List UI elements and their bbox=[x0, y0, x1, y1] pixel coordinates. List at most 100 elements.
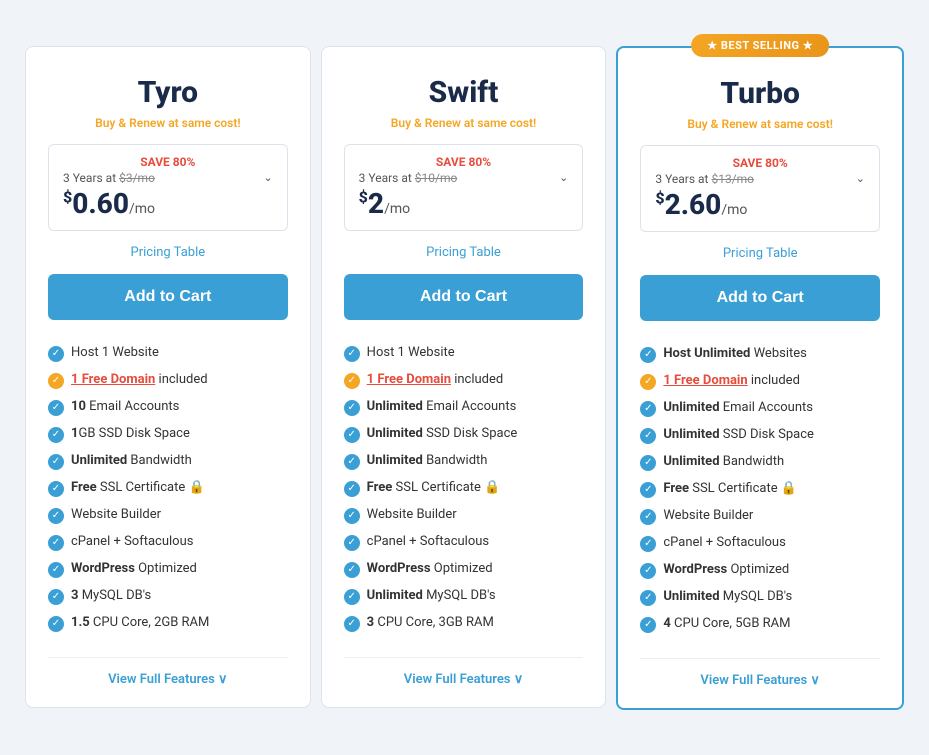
feature-check-icon-swift-8: ✓ bbox=[344, 562, 360, 578]
feature-text-turbo-5: Free SSL Certificate 🔒 bbox=[663, 481, 797, 496]
feature-item-tyro-4: ✓ Unlimited Bandwidth bbox=[48, 448, 288, 475]
feature-item-turbo-1: ✓ 1 Free Domain included bbox=[640, 368, 880, 395]
feature-item-tyro-2: ✓ 10 Email Accounts bbox=[48, 394, 288, 421]
plan-name-tyro: Tyro bbox=[48, 75, 288, 110]
feature-text-tyro-7: cPanel + Softaculous bbox=[71, 534, 193, 549]
feature-check-icon-swift-9: ✓ bbox=[344, 589, 360, 605]
pricing-table-link-tyro[interactable]: Pricing Table bbox=[131, 245, 206, 260]
feature-text-swift-3: Unlimited SSD Disk Space bbox=[367, 426, 518, 441]
add-to-cart-button-tyro[interactable]: Add to Cart bbox=[48, 274, 288, 320]
feature-check-icon-tyro-10: ✓ bbox=[48, 616, 64, 632]
feature-item-swift-4: ✓ Unlimited Bandwidth bbox=[344, 448, 584, 475]
current-price-turbo: $2.60/mo bbox=[655, 188, 865, 221]
feature-text-swift-6: Website Builder bbox=[367, 507, 457, 522]
feature-item-tyro-1: ✓ 1 Free Domain included bbox=[48, 367, 288, 394]
free-domain-link-tyro[interactable]: 1 Free Domain bbox=[71, 372, 155, 387]
years-line-tyro: 3 Years at $3/mo ⌄ bbox=[63, 171, 273, 185]
plan-tagline-turbo: Buy & Renew at same cost! bbox=[640, 117, 880, 131]
feature-text-turbo-4: Unlimited Bandwidth bbox=[663, 454, 784, 469]
pricing-link-tyro[interactable]: Pricing Table bbox=[48, 241, 288, 260]
feature-text-turbo-3: Unlimited SSD Disk Space bbox=[663, 427, 814, 442]
feature-check-icon-tyro-4: ✓ bbox=[48, 454, 64, 470]
view-full-features-link-tyro[interactable]: View Full Features ∨ bbox=[108, 672, 228, 687]
add-to-cart-button-swift[interactable]: Add to Cart bbox=[344, 274, 584, 320]
feature-text-tyro-9: 3 MySQL DB's bbox=[71, 588, 151, 603]
features-list-swift: ✓ Host 1 Website ✓ 1 Free Domain include… bbox=[344, 340, 584, 637]
feature-text-swift-7: cPanel + Softaculous bbox=[367, 534, 489, 549]
feature-item-turbo-7: ✓ cPanel + Softaculous bbox=[640, 530, 880, 557]
feature-check-icon-tyro-1: ✓ bbox=[48, 373, 64, 389]
feature-check-icon-tyro-5: ✓ bbox=[48, 481, 64, 497]
feature-text-tyro-2: 10 Email Accounts bbox=[71, 399, 179, 414]
view-full-features-link-swift[interactable]: View Full Features ∨ bbox=[404, 672, 524, 687]
current-price-tyro: $0.60/mo bbox=[63, 187, 273, 220]
plan-name-swift: Swift bbox=[344, 75, 584, 110]
add-to-cart-button-turbo[interactable]: Add to Cart bbox=[640, 275, 880, 321]
feature-text-tyro-1: 1 Free Domain included bbox=[71, 372, 208, 387]
feature-check-icon-turbo-1: ✓ bbox=[640, 374, 656, 390]
feature-item-tyro-3: ✓ 1GB SSD Disk Space bbox=[48, 421, 288, 448]
pricing-table-link-swift[interactable]: Pricing Table bbox=[426, 245, 501, 260]
free-domain-link-turbo[interactable]: 1 Free Domain bbox=[663, 373, 747, 388]
feature-check-icon-turbo-2: ✓ bbox=[640, 401, 656, 417]
chevron-down-icon-tyro[interactable]: ⌄ bbox=[263, 171, 272, 184]
plan-card-turbo: ★ BEST SELLING ★TurboBuy & Renew at same… bbox=[616, 46, 904, 710]
feature-check-icon-tyro-0: ✓ bbox=[48, 346, 64, 362]
feature-check-icon-tyro-2: ✓ bbox=[48, 400, 64, 416]
feature-item-tyro-9: ✓ 3 MySQL DB's bbox=[48, 583, 288, 610]
free-domain-link-swift[interactable]: 1 Free Domain bbox=[367, 372, 451, 387]
pricing-table-link-turbo[interactable]: Pricing Table bbox=[723, 246, 798, 261]
feature-item-swift-2: ✓ Unlimited Email Accounts bbox=[344, 394, 584, 421]
feature-text-turbo-9: Unlimited MySQL DB's bbox=[663, 589, 792, 604]
feature-text-tyro-4: Unlimited Bandwidth bbox=[71, 453, 192, 468]
view-full-features-tyro[interactable]: View Full Features ∨ bbox=[48, 657, 288, 687]
feature-check-icon-tyro-3: ✓ bbox=[48, 427, 64, 443]
feature-text-turbo-2: Unlimited Email Accounts bbox=[663, 400, 813, 415]
chevron-down-icon-swift[interactable]: ⌄ bbox=[559, 171, 568, 184]
pricing-link-swift[interactable]: Pricing Table bbox=[344, 241, 584, 260]
view-full-features-turbo[interactable]: View Full Features ∨ bbox=[640, 658, 880, 688]
feature-item-swift-9: ✓ Unlimited MySQL DB's bbox=[344, 583, 584, 610]
view-full-features-link-turbo[interactable]: View Full Features ∨ bbox=[700, 673, 820, 688]
feature-item-turbo-3: ✓ Unlimited SSD Disk Space bbox=[640, 422, 880, 449]
years-line-turbo: 3 Years at $13/mo ⌄ bbox=[655, 172, 865, 186]
feature-item-turbo-8: ✓ WordPress Optimized bbox=[640, 557, 880, 584]
feature-text-turbo-8: WordPress Optimized bbox=[663, 562, 789, 577]
feature-item-tyro-8: ✓ WordPress Optimized bbox=[48, 556, 288, 583]
feature-check-icon-turbo-7: ✓ bbox=[640, 536, 656, 552]
feature-check-icon-swift-2: ✓ bbox=[344, 400, 360, 416]
feature-check-icon-turbo-6: ✓ bbox=[640, 509, 656, 525]
feature-item-swift-6: ✓ Website Builder bbox=[344, 502, 584, 529]
feature-text-tyro-0: Host 1 Website bbox=[71, 345, 159, 360]
feature-check-icon-turbo-9: ✓ bbox=[640, 590, 656, 606]
feature-check-icon-tyro-6: ✓ bbox=[48, 508, 64, 524]
view-full-features-swift[interactable]: View Full Features ∨ bbox=[344, 657, 584, 687]
plan-card-tyro: TyroBuy & Renew at same cost!SAVE 80% 3 … bbox=[25, 46, 311, 708]
plan-name-turbo: Turbo bbox=[640, 76, 880, 111]
years-text-turbo: 3 Years at $13/mo bbox=[655, 172, 754, 186]
original-price-tyro: $3/mo bbox=[119, 171, 155, 185]
feature-check-icon-swift-0: ✓ bbox=[344, 346, 360, 362]
feature-item-swift-1: ✓ 1 Free Domain included bbox=[344, 367, 584, 394]
feature-item-swift-10: ✓ 3 CPU Core, 3GB RAM bbox=[344, 610, 584, 637]
feature-text-tyro-8: WordPress Optimized bbox=[71, 561, 197, 576]
feature-check-icon-turbo-4: ✓ bbox=[640, 455, 656, 471]
feature-text-swift-0: Host 1 Website bbox=[367, 345, 455, 360]
pricing-link-turbo[interactable]: Pricing Table bbox=[640, 242, 880, 261]
years-text-tyro: 3 Years at $3/mo bbox=[63, 171, 155, 185]
chevron-down-icon-turbo[interactable]: ⌄ bbox=[856, 172, 865, 185]
original-price-turbo: $13/mo bbox=[711, 172, 754, 186]
feature-text-tyro-5: Free SSL Certificate 🔒 bbox=[71, 480, 205, 495]
features-list-turbo: ✓ Host Unlimited Websites ✓ 1 Free Domai… bbox=[640, 341, 880, 638]
feature-item-tyro-10: ✓ 1.5 CPU Core, 2GB RAM bbox=[48, 610, 288, 637]
feature-text-swift-1: 1 Free Domain included bbox=[367, 372, 504, 387]
feature-text-tyro-10: 1.5 CPU Core, 2GB RAM bbox=[71, 615, 209, 630]
feature-item-tyro-6: ✓ Website Builder bbox=[48, 502, 288, 529]
features-list-tyro: ✓ Host 1 Website ✓ 1 Free Domain include… bbox=[48, 340, 288, 637]
years-text-swift: 3 Years at $10/mo bbox=[359, 171, 458, 185]
feature-item-turbo-9: ✓ Unlimited MySQL DB's bbox=[640, 584, 880, 611]
plans-container: TyroBuy & Renew at same cost!SAVE 80% 3 … bbox=[20, 46, 909, 710]
feature-item-turbo-2: ✓ Unlimited Email Accounts bbox=[640, 395, 880, 422]
plan-card-swift: SwiftBuy & Renew at same cost!SAVE 80% 3… bbox=[321, 46, 607, 708]
feature-item-turbo-10: ✓ 4 CPU Core, 5GB RAM bbox=[640, 611, 880, 638]
